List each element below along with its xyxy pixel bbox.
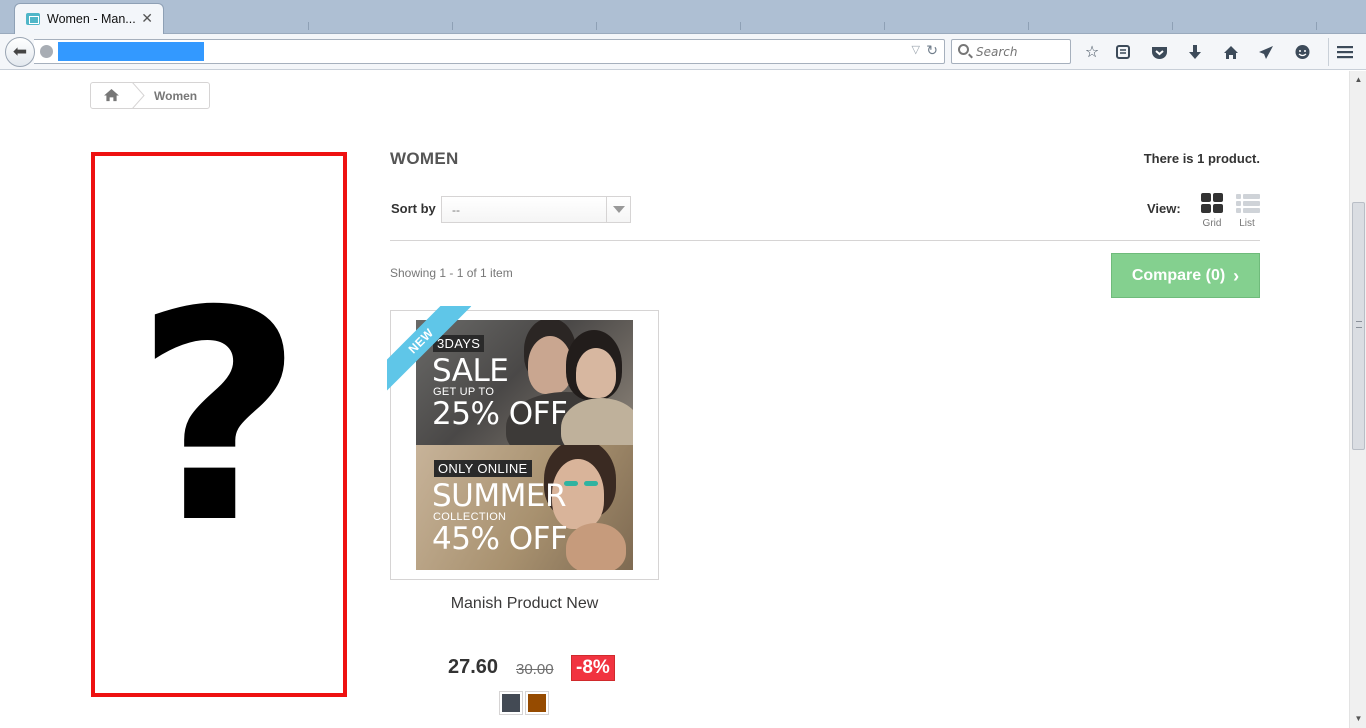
tab-separator <box>884 22 885 30</box>
category-title: WOMEN <box>390 149 459 168</box>
tab-close-icon[interactable]: ✕ <box>141 10 153 27</box>
tab-separator <box>740 22 741 30</box>
reading-list-icon[interactable] <box>1112 41 1134 63</box>
product-price: 27.60 <box>448 656 499 678</box>
download-icon[interactable] <box>1184 41 1206 63</box>
tab-separator <box>1172 22 1173 30</box>
breadcrumb: Women <box>90 82 210 109</box>
scroll-up-arrow-icon[interactable]: ▲ <box>1352 73 1365 86</box>
browser-tab[interactable]: Women - Man... ✕ <box>14 3 164 34</box>
promo-tag: ONLY ONLINE <box>434 460 532 477</box>
compare-button[interactable]: Compare (0) › <box>1111 253 1260 298</box>
scroll-thumb[interactable] <box>1352 202 1365 450</box>
page-scrollbar[interactable]: ▲ ▼ <box>1349 71 1366 728</box>
grid-view-icon <box>1201 193 1224 214</box>
tab-separator <box>308 22 309 30</box>
promo-headline: SUMMER <box>432 478 567 514</box>
site-favicon-icon <box>26 13 40 25</box>
product-count: There is 1 product. <box>1143 151 1260 166</box>
search-input[interactable] <box>976 43 1066 60</box>
showing-count: Showing 1 - 1 of 1 item <box>390 266 513 280</box>
color-swatch[interactable] <box>525 691 549 715</box>
home-icon <box>104 89 119 102</box>
new-label: NEW <box>387 306 472 392</box>
product-name-link[interactable]: Manish Product New <box>390 595 659 613</box>
list-caption: List <box>1239 218 1255 229</box>
tab-separator <box>452 22 453 30</box>
swatch-color <box>528 694 546 712</box>
reload-icon[interactable]: ↻ <box>926 42 938 59</box>
breadcrumb-home[interactable] <box>91 83 133 108</box>
browser-nav-bar: ▽ ↻ ⬅ ☆ <box>0 34 1366 70</box>
promo-offer: 45% OFF <box>432 521 568 557</box>
sort-label: Sort by <box>391 201 436 216</box>
breadcrumb-separator <box>132 82 145 109</box>
sort-select[interactable]: -- <box>441 196 631 223</box>
product-card[interactable]: 3DAYS SALE GET UP TO 25% OFF ONLY ONLINE… <box>387 306 659 580</box>
pocket-icon[interactable] <box>1148 41 1170 63</box>
toolbar-separator <box>1328 38 1329 66</box>
hamburger-menu-icon[interactable] <box>1334 41 1356 63</box>
address-bar[interactable]: ▽ ↻ <box>34 39 945 64</box>
arrow-left-icon: ⬅ <box>12 42 28 61</box>
share-icon[interactable] <box>1255 41 1277 63</box>
discount-badge: -8% <box>571 655 615 681</box>
search-box[interactable] <box>951 39 1071 64</box>
tab-separator <box>1028 22 1029 30</box>
scroll-down-arrow-icon[interactable]: ▼ <box>1352 712 1365 725</box>
back-button[interactable]: ⬅ <box>5 37 35 67</box>
bookmark-star-icon[interactable]: ☆ <box>1081 41 1103 63</box>
promo-offer: 25% OFF <box>432 396 568 432</box>
chevron-right-icon: › <box>1233 265 1240 286</box>
left-column-placeholder: ? <box>91 152 347 697</box>
grid-caption: Grid <box>1202 218 1222 229</box>
model-eye-makeup <box>564 481 578 486</box>
browser-tab-bar: Women - Man... ✕ <box>0 0 1366 34</box>
history-dropdown-icon[interactable]: ▽ <box>912 43 920 56</box>
hello-chat-icon[interactable] <box>1291 41 1313 63</box>
list-view-icon <box>1236 194 1260 214</box>
selected-url-text[interactable] <box>58 42 204 61</box>
question-mark-icon: ? <box>134 250 304 587</box>
sort-selected-value: -- <box>452 203 460 217</box>
home-icon[interactable] <box>1220 41 1242 63</box>
view-label: View: <box>1147 201 1181 216</box>
compare-label: Compare (0) <box>1131 266 1226 284</box>
model-shoulder <box>566 523 626 570</box>
header-divider <box>390 240 1260 241</box>
breadcrumb-current: Women <box>154 89 198 103</box>
tab-title: Women - Man... <box>47 12 136 26</box>
swatch-color <box>502 694 520 712</box>
tab-separator <box>596 22 597 30</box>
globe-icon <box>40 45 53 58</box>
color-swatch[interactable] <box>499 691 523 715</box>
new-ribbon: NEW <box>387 306 477 396</box>
tab-separator <box>1316 22 1317 30</box>
search-icon <box>958 44 969 55</box>
promo-banner-summer: ONLY ONLINE SUMMER COLLECTION 45% OFF <box>416 445 633 570</box>
model-eye-makeup <box>584 481 598 486</box>
woman-face <box>576 348 616 398</box>
product-old-price: 30.00 <box>516 661 554 678</box>
view-grid-button[interactable]: Grid <box>1195 193 1229 233</box>
view-list-button[interactable]: List <box>1230 193 1264 233</box>
scroll-grip-icon <box>1356 321 1362 328</box>
dropdown-arrow-icon[interactable] <box>606 197 630 222</box>
